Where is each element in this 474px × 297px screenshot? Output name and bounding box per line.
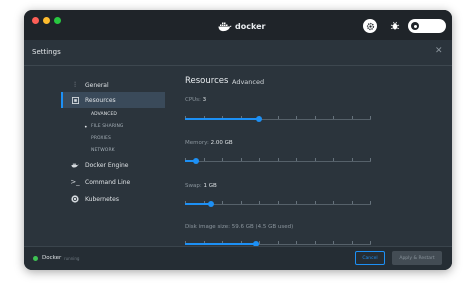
troubleshoot-button[interactable] bbox=[388, 19, 402, 33]
memory-label: Memory: 2.00 GB bbox=[185, 140, 233, 146]
gear-icon bbox=[366, 22, 374, 30]
slider-tick bbox=[296, 201, 297, 204]
swap-slider[interactable] bbox=[185, 200, 371, 208]
page-title: Settings bbox=[32, 48, 61, 56]
slider-tick bbox=[333, 241, 334, 244]
sidebar-item-label: Kubernetes bbox=[85, 195, 119, 203]
slider-tick bbox=[351, 201, 353, 204]
sidebar-item-resources[interactable]: Resources bbox=[61, 92, 165, 108]
user-icon bbox=[411, 22, 419, 30]
section-subtitle: Advanced bbox=[232, 78, 265, 86]
slider-tick bbox=[314, 158, 316, 161]
sidebar-item-label: Resources bbox=[85, 96, 116, 104]
resources-icon bbox=[70, 95, 80, 105]
title-bar: docker bbox=[24, 10, 452, 40]
slider-tick bbox=[351, 158, 353, 161]
slider-tick bbox=[296, 116, 297, 119]
brand-name: docker bbox=[235, 21, 266, 31]
settings-header: Settings ✕ bbox=[24, 40, 452, 66]
sidebar-item-command-line[interactable]: >_ Command Line bbox=[61, 174, 165, 190]
slider-tick bbox=[333, 116, 334, 119]
slider-tick bbox=[203, 158, 205, 161]
slider-tick bbox=[259, 241, 260, 244]
slider-tick bbox=[296, 158, 297, 161]
slider-tick bbox=[296, 241, 297, 244]
sidebar-subitem-network[interactable]: NETWORK bbox=[91, 148, 115, 153]
slider-tick bbox=[314, 241, 316, 244]
sidebar-subitem-file-sharing[interactable]: FILE SHARING bbox=[91, 124, 124, 129]
slider-tick bbox=[240, 158, 242, 161]
engine-name: Docker bbox=[42, 255, 62, 261]
settings-window: docker Settings ✕ ⫶ General Resources • … bbox=[24, 10, 452, 270]
sidebar-item-label: Command Line bbox=[85, 178, 131, 186]
sidebar-item-label: Docker Engine bbox=[85, 161, 129, 169]
sidebar-item-kubernetes[interactable]: Kubernetes bbox=[61, 191, 165, 207]
whale-icon bbox=[70, 160, 80, 170]
swap-label: Swap: 1 GB bbox=[185, 183, 217, 189]
disk-image-size-label: Disk image size: 59.6 GB (4.5 GB used) bbox=[185, 224, 294, 230]
running-status-icon bbox=[33, 256, 38, 261]
slider-tick bbox=[277, 241, 279, 244]
close-window-button[interactable] bbox=[32, 17, 39, 24]
slider-tick bbox=[333, 158, 334, 161]
status-footer: Docker running Cancel Apply & Restart bbox=[24, 246, 452, 270]
helm-icon bbox=[70, 194, 80, 204]
whale-icon bbox=[218, 22, 232, 31]
minimize-window-button[interactable] bbox=[43, 17, 50, 24]
docker-logo: docker bbox=[218, 20, 265, 32]
active-bullet-icon: • bbox=[84, 124, 88, 131]
cpus-label: CPUs: 3 bbox=[185, 97, 207, 103]
slider-tick bbox=[314, 201, 316, 204]
slider-tick bbox=[277, 158, 279, 161]
settings-button[interactable] bbox=[363, 19, 377, 33]
cancel-button[interactable]: Cancel bbox=[355, 251, 385, 265]
memory-slider[interactable] bbox=[185, 157, 371, 165]
slider-tick bbox=[259, 158, 260, 161]
slider-tick bbox=[222, 158, 223, 161]
slider-tick bbox=[333, 201, 334, 204]
slider-tick bbox=[370, 241, 371, 244]
bug-icon bbox=[390, 21, 400, 30]
slider-tick bbox=[222, 201, 223, 204]
slider-tick bbox=[259, 201, 260, 204]
sliders-icon: ⫶ bbox=[74, 80, 76, 89]
slider-tick bbox=[240, 201, 242, 204]
terminal-icon: >_ bbox=[70, 178, 80, 186]
slider-tick bbox=[370, 201, 371, 204]
sidebar-item-docker-engine[interactable]: Docker Engine bbox=[61, 157, 165, 173]
zoom-window-button[interactable] bbox=[54, 17, 61, 24]
slider-thumb[interactable] bbox=[208, 201, 215, 207]
sidebar-subitem-proxies[interactable]: PROXIES bbox=[91, 136, 111, 141]
apply-restart-button[interactable]: Apply & Restart bbox=[392, 251, 442, 265]
slider-tick bbox=[370, 158, 371, 161]
engine-status: running bbox=[64, 256, 80, 261]
cpus-slider[interactable] bbox=[185, 115, 371, 123]
account-button[interactable] bbox=[408, 19, 446, 33]
slider-tick bbox=[277, 116, 279, 119]
slider-tick bbox=[351, 241, 353, 244]
slider-tick bbox=[277, 201, 279, 204]
slider-tick bbox=[351, 116, 353, 119]
sidebar-subitem-advanced[interactable]: ADVANCED bbox=[91, 112, 117, 117]
slider-tick bbox=[314, 116, 316, 119]
sidebar-item-label: General bbox=[85, 81, 109, 89]
slider-tick bbox=[370, 116, 371, 119]
close-icon[interactable]: ✕ bbox=[435, 46, 443, 56]
sidebar-item-general[interactable]: ⫶ General bbox=[61, 77, 165, 93]
section-title: Resources bbox=[185, 76, 229, 86]
